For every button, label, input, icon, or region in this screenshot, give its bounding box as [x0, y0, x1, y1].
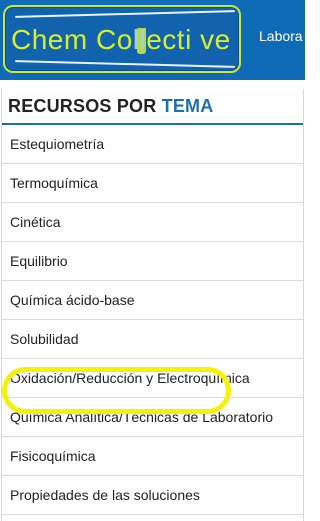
logo-text: Chem Collecti ve [11, 23, 237, 57]
topic-link-solubilidad[interactable]: Solubilidad [2, 320, 303, 359]
panel-title: RECURSOS POR TEMA [8, 96, 213, 117]
logo-text-part2: ll [132, 24, 147, 55]
topic-link-quimica-analitica[interactable]: Química Analítica/Técnicas de Laboratori… [2, 398, 303, 437]
nav-link-laboratorios[interactable]: Labora [259, 28, 303, 44]
topic-link-termoquimica[interactable]: Termoquímica [2, 164, 303, 203]
topic-link-estequiometria[interactable]: Estequiometría [2, 125, 303, 164]
chemcollective-logo[interactable]: Chem Collecti ve [3, 5, 241, 73]
topic-link-cinetica[interactable]: Cinética [2, 203, 303, 242]
panel-title-main: RECURSOS POR [8, 96, 162, 116]
site-header: Chem Collecti ve Labora [0, 0, 305, 80]
topic-link-fisicoquimica[interactable]: Fisicoquímica [2, 437, 303, 476]
topic-link-quimica-acido-base[interactable]: Química ácido-base [2, 281, 303, 320]
logo-top-rule [15, 10, 235, 18]
panel-title-accent: TEMA [161, 96, 214, 116]
logo-text-part1: Chem Co [11, 24, 133, 55]
topic-link-oxidacion-reduccion[interactable]: Oxidación/Reducción y Electroquímica [2, 359, 303, 398]
logo-bottom-rule [15, 60, 235, 68]
resources-by-topic-panel: RECURSOS POR TEMA Estequiometría Termoqu… [1, 89, 304, 521]
topic-link-propiedades-soluciones[interactable]: Propiedades de las soluciones [2, 476, 303, 515]
topic-link-equilibrio[interactable]: Equilibrio [2, 242, 303, 281]
logo-text-part3: ecti ve [146, 24, 231, 55]
topic-list: Estequiometría Termoquímica Cinética Equ… [2, 125, 303, 515]
